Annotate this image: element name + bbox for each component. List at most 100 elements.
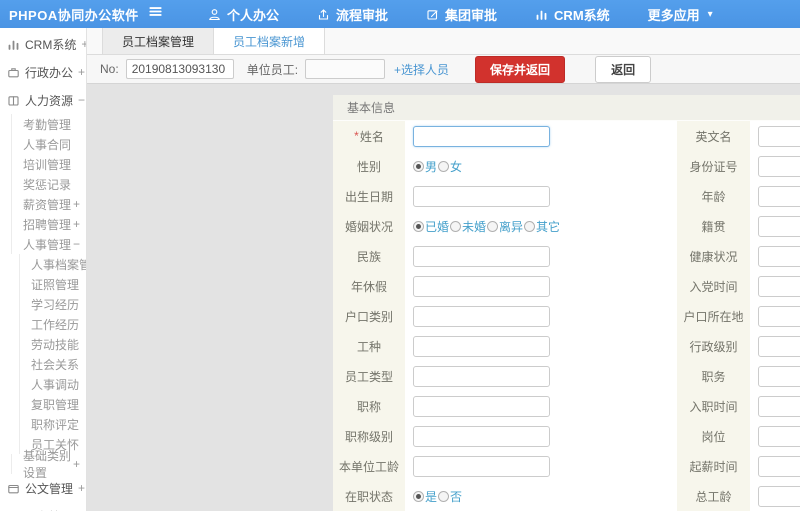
company-seniority-input[interactable] [413, 455, 550, 477]
admin-level-input[interactable] [758, 335, 800, 357]
nav-item-more-apps[interactable]: 更多应用 ▾ [629, 0, 732, 28]
expand-plus-icon[interactable]: + [78, 65, 86, 79]
collapse-minus-icon[interactable]: − [73, 237, 86, 251]
select-person-link[interactable]: +选择人员 [394, 61, 449, 78]
expand-plus-icon[interactable]: + [73, 457, 86, 471]
save-and-return-button[interactable]: 保存并返回 [475, 55, 566, 83]
household-type-input[interactable] [413, 305, 550, 327]
unit-employee-input[interactable] [305, 59, 386, 79]
sidebar-item-title-evaluation[interactable]: 职称评定 [19, 414, 86, 434]
sidebar-item-social-relation[interactable]: 社会关系 [19, 354, 86, 374]
field-cell-english-name [750, 121, 800, 151]
gender-option-label[interactable]: 女 [450, 158, 462, 175]
duty-input[interactable] [758, 365, 800, 387]
sidebar-item-admin-office[interactable]: 行政办公 + [0, 58, 86, 86]
field-label-party-join-time: 入党时间 [677, 271, 750, 301]
collapse-minus-icon[interactable]: − [78, 93, 86, 107]
post-input[interactable] [758, 425, 800, 447]
work-type-input[interactable] [413, 335, 550, 357]
sidebar-item-training-mgmt[interactable]: 培训管理 [11, 154, 86, 174]
sidebar-item-reward-punishment-record[interactable]: 奖惩记录 [11, 174, 86, 194]
sidebar-item-hr-contract[interactable]: 人事合同 [11, 134, 86, 154]
sidebar-item-salary-mgmt[interactable]: 薪资管理 + [11, 194, 86, 214]
marital-status-radio-3[interactable] [524, 220, 536, 232]
hire-time-input[interactable] [758, 395, 800, 417]
sidebar-item-label: 证照管理 [31, 277, 80, 292]
marital-status-radio-0[interactable] [413, 220, 424, 232]
work-status-option-label[interactable]: 是 [425, 488, 437, 505]
person-icon [208, 8, 221, 21]
sidebar-item-label: 复职管理 [31, 397, 80, 412]
sidebar-item-personnel-mgmt[interactable]: 人事管理 − [11, 234, 86, 254]
work-status-radio-0[interactable] [413, 490, 424, 502]
marital-status-radio-2[interactable] [487, 220, 499, 232]
nav-item-label: CRM系统 [554, 7, 610, 23]
party-join-time-input[interactable] [758, 275, 800, 297]
sidebar-item-personnel-transfer[interactable]: 人事调动 [19, 374, 86, 394]
tab-employee-archive-mgmt[interactable]: 员工档案管理 [102, 28, 215, 54]
radio-dot [416, 223, 421, 229]
folder-icon [7, 482, 20, 495]
no-input[interactable] [125, 59, 234, 79]
salary-start-time-input[interactable] [758, 455, 800, 477]
edit-icon [426, 8, 439, 21]
sidebar-item-recruitment-mgmt[interactable]: 招聘管理 + [11, 214, 86, 234]
annual-leave-input[interactable] [413, 275, 550, 297]
sidebar-item-certificate-mgmt[interactable]: 证照管理 [19, 274, 86, 294]
age-input[interactable] [758, 185, 800, 207]
marital-status-option-label[interactable]: 未婚 [462, 218, 486, 235]
nav-item-crm-system[interactable]: CRM系统 [516, 0, 629, 28]
total-seniority-input[interactable] [758, 485, 800, 507]
household-location-input[interactable] [758, 305, 800, 327]
sidebar-item-labor-skill[interactable]: 劳动技能 [19, 334, 86, 354]
work-status-radio-1[interactable] [438, 490, 450, 502]
gender-option-label[interactable]: 男 [425, 158, 437, 175]
employee-type-input[interactable] [413, 365, 550, 387]
sidebar-item-label: 用车管理 [25, 508, 73, 511]
title-level-input[interactable] [413, 425, 550, 447]
gender-radio-0[interactable] [413, 160, 424, 172]
nav-item-personal-office[interactable]: 个人办公 [189, 0, 298, 28]
top-navbar: PHPOA协同办公软件 个人办公 流程审批 集团审批 CRM系统 更多应用 ▾ [0, 0, 800, 28]
marital-status-option-label[interactable]: 其它 [536, 218, 560, 235]
gender-radio-1[interactable] [438, 160, 450, 172]
sidebar-item-attendance-mgmt[interactable]: 考勤管理 [11, 114, 86, 134]
sidebar-item-base-category-setting[interactable]: 基础类别设置 + [11, 449, 86, 480]
sidebar-item-reinstatement-mgmt[interactable]: 复职管理 [19, 394, 86, 414]
field-label-marital-status: 婚姻状况 [333, 211, 405, 241]
expand-plus-icon[interactable]: + [73, 197, 86, 211]
field-label-post: 岗位 [677, 421, 750, 451]
menu-toggle-button[interactable] [148, 4, 163, 24]
ethnicity-input[interactable] [413, 245, 550, 267]
marital-status-radio-1[interactable] [450, 220, 462, 232]
marital-status-option-label[interactable]: 离异 [499, 218, 523, 235]
tab-employee-archive-new[interactable]: 员工档案新增 [214, 28, 326, 54]
native-place-input[interactable] [758, 215, 800, 237]
work-status-option-label[interactable]: 否 [450, 488, 462, 505]
sidebar-item-work-experience[interactable]: 工作经历 [19, 314, 86, 334]
field-label-household-type: 户口类别 [333, 301, 405, 331]
sidebar-item-crm-system[interactable]: CRM系统+ [0, 30, 86, 58]
job-title-input[interactable] [413, 395, 550, 417]
nav-item-group-approval[interactable]: 集团审批 [407, 0, 516, 28]
sidebar-item-vehicle-mgmt[interactable]: 用车管理+ [0, 502, 86, 511]
sidebar-item-personnel-archive-mgmt[interactable]: 人事档案管理 [19, 254, 86, 274]
sidebar-item-label: 行政办公 [25, 65, 74, 80]
id-number-input[interactable] [758, 155, 800, 177]
sidebar-item-label: 工作经历 [31, 317, 80, 332]
sidebar-item-human-resources[interactable]: 人力资源 − [0, 86, 86, 114]
name-input[interactable] [413, 125, 550, 147]
sidebar-item-label: 人事调动 [31, 377, 80, 392]
back-button[interactable]: 返回 [595, 55, 652, 83]
expand-plus-icon[interactable]: + [78, 481, 86, 495]
nav-item-process-approval[interactable]: 流程审批 [298, 0, 407, 28]
tab-bar: 员工档案管理 员工档案新增 [87, 28, 800, 55]
health-status-input[interactable] [758, 245, 800, 267]
sidebar-item-label: 薪资管理 [23, 197, 72, 212]
marital-status-option-label[interactable]: 已婚 [425, 218, 449, 235]
expand-plus-icon[interactable]: + [73, 217, 86, 231]
sidebar-item-study-experience[interactable]: 学习经历 [19, 294, 86, 314]
english-name-input[interactable] [758, 125, 800, 147]
birth-date-input[interactable] [413, 185, 550, 207]
marital-status-radio-group: 已婚 未婚 离异 其它 [413, 218, 561, 235]
